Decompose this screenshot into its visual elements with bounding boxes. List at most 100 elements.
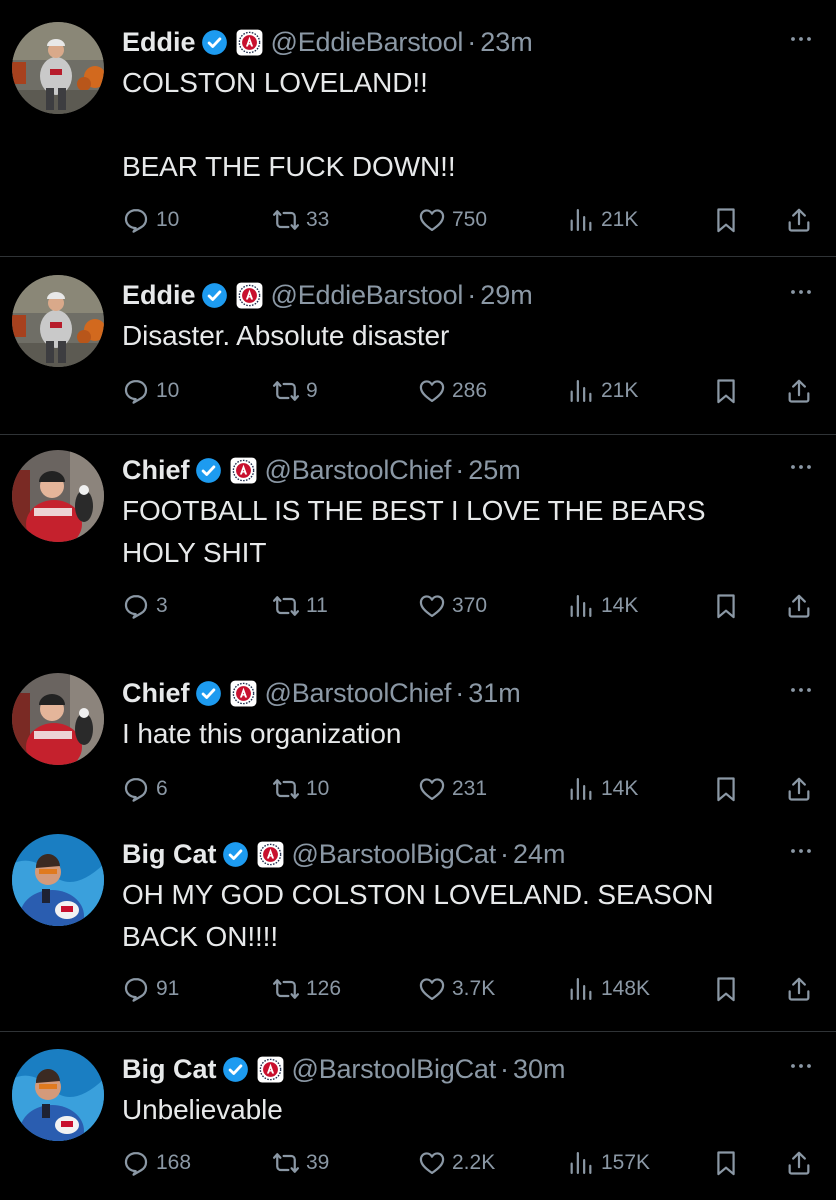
avatar-chief[interactable]: [12, 450, 104, 542]
like-count: 231: [452, 777, 488, 800]
share-icon: [785, 592, 813, 620]
like-count: 370: [452, 594, 488, 617]
like-button[interactable]: 3.7K: [418, 967, 495, 1011]
tweet-text: Disaster. Absolute disaster: [122, 320, 450, 351]
share-button[interactable]: [785, 967, 813, 1011]
time-separator: ·: [500, 1053, 509, 1084]
retweet-button[interactable]: 126: [272, 967, 341, 1011]
share-icon: [785, 975, 813, 1003]
time-separator: ·: [467, 26, 477, 57]
avatar-eddie[interactable]: [12, 275, 104, 367]
views-icon: [567, 975, 595, 1003]
share-button[interactable]: [785, 767, 813, 811]
like-button[interactable]: 231: [418, 767, 487, 811]
author-name[interactable]: Eddie: [122, 27, 196, 58]
author-handle[interactable]: @BarstoolChief: [265, 455, 452, 486]
heart-icon: [418, 1149, 446, 1177]
more-icon[interactable]: [784, 450, 818, 484]
reply-icon: [122, 1149, 150, 1177]
reply-count: 10: [156, 379, 180, 402]
more-icon[interactable]: [784, 1049, 818, 1083]
bookmark-button[interactable]: [712, 767, 740, 811]
barstool-affiliate-icon[interactable]: [230, 680, 257, 707]
bookmark-button[interactable]: [712, 198, 740, 242]
verified-badge-icon: [222, 1056, 249, 1083]
author-handle[interactable]: @EddieBarstool: [271, 280, 464, 311]
verified-badge-icon: [195, 457, 222, 484]
avatar-chief[interactable]: [12, 673, 104, 765]
tweet-time[interactable]: 24m: [513, 839, 566, 870]
share-button[interactable]: [785, 584, 813, 628]
barstool-affiliate-icon[interactable]: [236, 29, 263, 56]
views-button[interactable]: 157K: [567, 1141, 650, 1185]
views-button[interactable]: 21K: [567, 198, 638, 242]
tweet-time[interactable]: 31m: [468, 678, 521, 709]
views-button[interactable]: 21K: [567, 369, 638, 413]
retweet-count: 126: [306, 977, 342, 1000]
bookmark-button[interactable]: [712, 584, 740, 628]
author-name[interactable]: Big Cat: [122, 839, 217, 870]
author-handle[interactable]: @BarstoolBigCat: [292, 839, 497, 870]
barstool-affiliate-icon[interactable]: [257, 1056, 284, 1083]
share-icon: [785, 377, 813, 405]
share-icon: [785, 206, 813, 234]
retweet-button[interactable]: 10: [272, 767, 329, 811]
retweet-count: 10: [306, 777, 330, 800]
more-icon[interactable]: [784, 22, 818, 56]
more-icon[interactable]: [784, 834, 818, 868]
avatar-eddie[interactable]: [12, 22, 104, 114]
author-name[interactable]: Big Cat: [122, 1054, 217, 1085]
like-button[interactable]: 750: [418, 198, 487, 242]
reply-button[interactable]: 91: [122, 967, 179, 1011]
barstool-affiliate-icon[interactable]: [230, 457, 257, 484]
views-button[interactable]: 14K: [567, 767, 638, 811]
author-name[interactable]: Chief: [122, 455, 190, 486]
reply-button[interactable]: 6: [122, 767, 168, 811]
retweet-count: 9: [306, 379, 318, 402]
tweet-time[interactable]: 25m: [468, 455, 521, 486]
views-count: 148K: [601, 977, 651, 1000]
more-icon[interactable]: [784, 673, 818, 707]
bookmark-button[interactable]: [712, 967, 740, 1011]
retweet-button[interactable]: 11: [272, 584, 328, 628]
like-button[interactable]: 370: [418, 584, 487, 628]
author-handle[interactable]: @EddieBarstool: [271, 27, 464, 58]
bookmark-button[interactable]: [712, 369, 740, 413]
reply-button[interactable]: 3: [122, 584, 168, 628]
reply-button[interactable]: 168: [122, 1141, 191, 1185]
reply-count: 6: [156, 777, 168, 800]
share-button[interactable]: [785, 1141, 813, 1185]
avatar-big-cat[interactable]: [12, 834, 104, 926]
bookmark-icon: [712, 975, 740, 1003]
author-name[interactable]: Eddie: [122, 280, 196, 311]
tweet-time[interactable]: 29m: [480, 280, 533, 311]
views-button[interactable]: 148K: [567, 967, 650, 1011]
views-icon: [567, 377, 595, 405]
retweet-button[interactable]: 39: [272, 1141, 329, 1185]
like-button[interactable]: 2.2K: [418, 1141, 495, 1185]
share-button[interactable]: [785, 198, 813, 242]
like-button[interactable]: 286: [418, 369, 487, 413]
views-icon: [567, 1149, 595, 1177]
author-handle[interactable]: @BarstoolChief: [265, 678, 452, 709]
author-name[interactable]: Chief: [122, 678, 190, 709]
tweet-time[interactable]: 30m: [513, 1054, 566, 1085]
reply-button[interactable]: 10: [122, 198, 179, 242]
more-icon[interactable]: [784, 275, 818, 309]
barstool-affiliate-icon[interactable]: [257, 841, 284, 868]
views-count: 21K: [601, 379, 639, 402]
author-handle[interactable]: @BarstoolBigCat: [292, 1054, 497, 1085]
bookmark-icon: [712, 592, 740, 620]
avatar-big-cat[interactable]: [12, 1049, 104, 1141]
retweet-count: 11: [306, 594, 328, 617]
reply-button[interactable]: 10: [122, 369, 179, 413]
retweet-button[interactable]: 33: [272, 198, 329, 242]
share-button[interactable]: [785, 369, 813, 413]
views-button[interactable]: 14K: [567, 584, 638, 628]
bookmark-button[interactable]: [712, 1141, 740, 1185]
retweet-icon: [272, 206, 300, 234]
tweet-time[interactable]: 23m: [480, 27, 533, 58]
barstool-affiliate-icon[interactable]: [236, 282, 263, 309]
retweet-button[interactable]: 9: [272, 369, 318, 413]
retweet-icon: [272, 592, 300, 620]
